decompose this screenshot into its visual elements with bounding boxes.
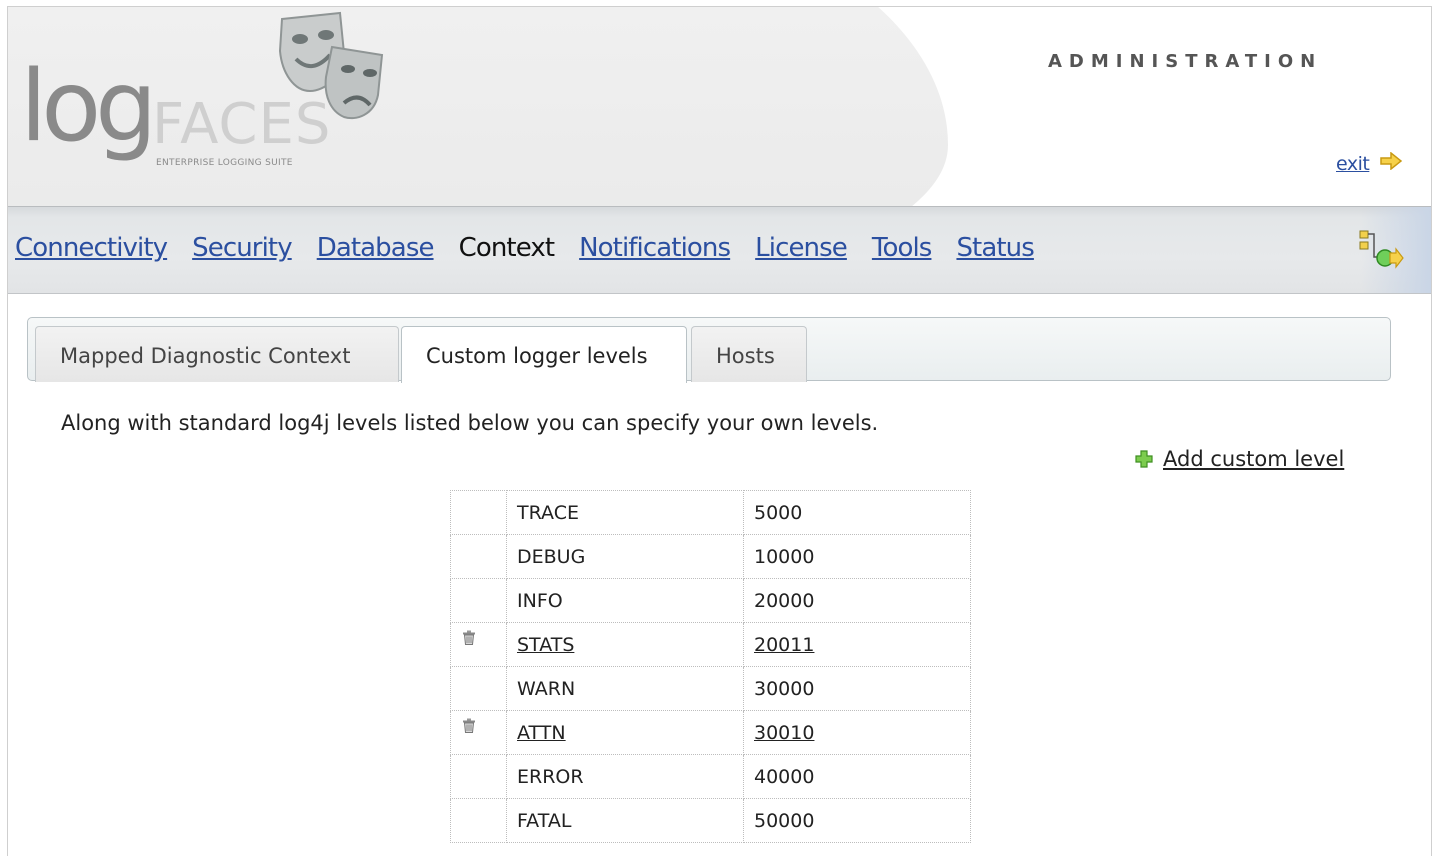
main-navigation: Connectivity Security Database Context N… bbox=[8, 206, 1431, 294]
delete-cell bbox=[450, 534, 507, 579]
level-value: 10000 bbox=[743, 534, 971, 579]
level-name: ERROR bbox=[506, 754, 744, 799]
level-value-link[interactable]: 20011 bbox=[754, 634, 814, 656]
intro-text: Along with standard log4j levels listed … bbox=[61, 411, 879, 435]
tab-hosts[interactable]: Hosts bbox=[691, 326, 807, 382]
tab-mapped-diagnostic-context[interactable]: Mapped Diagnostic Context bbox=[35, 326, 399, 382]
table-row: STATS 20011 bbox=[450, 622, 971, 667]
tab-custom-logger-levels[interactable]: Custom logger levels bbox=[401, 326, 687, 383]
tab-bar: Mapped Diagnostic Context Custom logger … bbox=[27, 317, 1391, 383]
nav-item-database[interactable]: Database bbox=[317, 233, 435, 263]
level-name[interactable]: STATS bbox=[506, 622, 744, 667]
level-name: FATAL bbox=[506, 798, 744, 843]
arrow-right-icon[interactable] bbox=[1379, 152, 1403, 170]
level-name: WARN bbox=[506, 666, 744, 711]
level-value-link[interactable]: 30010 bbox=[754, 722, 814, 744]
level-name: TRACE bbox=[506, 490, 744, 535]
delete-cell bbox=[450, 710, 507, 755]
table-row: DEBUG 10000 bbox=[450, 534, 971, 579]
logfaces-logo: log FACES ENTERPRISE LOGGING SUITE bbox=[20, 11, 400, 197]
nav-item-connectivity[interactable]: Connectivity bbox=[15, 233, 168, 263]
delete-cell bbox=[450, 578, 507, 623]
nav-item-security[interactable]: Security bbox=[192, 233, 292, 263]
nav-item-tools[interactable]: Tools bbox=[872, 233, 932, 263]
delete-cell bbox=[450, 490, 507, 535]
table-row: ATTN 30010 bbox=[450, 710, 971, 755]
levels-table: TRACE 5000 DEBUG 10000 INFO 20000 STATS … bbox=[450, 490, 971, 843]
nav-items: Connectivity Security Database Context N… bbox=[15, 233, 1035, 263]
level-value: 40000 bbox=[743, 754, 971, 799]
level-name-link[interactable]: ATTN bbox=[517, 722, 566, 744]
level-name: INFO bbox=[506, 578, 744, 623]
level-name[interactable]: ATTN bbox=[506, 710, 744, 755]
add-custom-level-button[interactable]: Add custom level bbox=[1135, 447, 1344, 471]
level-value: 50000 bbox=[743, 798, 971, 843]
logo-word-faces: FACES bbox=[152, 92, 332, 157]
tree-connect-icon[interactable] bbox=[1356, 227, 1404, 271]
level-value: 20000 bbox=[743, 578, 971, 623]
table-row: FATAL 50000 bbox=[450, 798, 971, 843]
page-title: ADMINISTRATION bbox=[1048, 51, 1323, 72]
level-value: 30000 bbox=[743, 666, 971, 711]
table-row: INFO 20000 bbox=[450, 578, 971, 623]
level-value[interactable]: 30010 bbox=[743, 710, 971, 755]
delete-cell bbox=[450, 622, 507, 667]
table-row: WARN 30000 bbox=[450, 666, 971, 711]
logo-tagline: ENTERPRISE LOGGING SUITE bbox=[156, 158, 293, 168]
delete-cell bbox=[450, 798, 507, 843]
trash-icon[interactable] bbox=[462, 718, 476, 733]
delete-cell bbox=[450, 666, 507, 711]
level-value[interactable]: 20011 bbox=[743, 622, 971, 667]
trash-icon[interactable] bbox=[462, 630, 476, 645]
header: log FACES ENTERPRISE LOGGING SUITE ADMIN… bbox=[8, 7, 1431, 206]
nav-item-context[interactable]: Context bbox=[459, 233, 555, 263]
delete-cell bbox=[450, 754, 507, 799]
app-window: log FACES ENTERPRISE LOGGING SUITE ADMIN… bbox=[7, 6, 1432, 856]
level-value: 5000 bbox=[743, 490, 971, 535]
level-name: DEBUG bbox=[506, 534, 744, 579]
table-row: TRACE 5000 bbox=[450, 490, 971, 535]
plus-icon bbox=[1135, 450, 1153, 468]
nav-item-notifications[interactable]: Notifications bbox=[579, 233, 731, 263]
level-name-link[interactable]: STATS bbox=[517, 634, 574, 656]
exit-link[interactable]: exit bbox=[1336, 153, 1370, 175]
nav-item-license[interactable]: License bbox=[755, 233, 848, 263]
logo-word-log: log bbox=[20, 50, 157, 164]
table-row: ERROR 40000 bbox=[450, 754, 971, 799]
add-custom-level-label[interactable]: Add custom level bbox=[1163, 447, 1344, 471]
nav-item-status[interactable]: Status bbox=[956, 233, 1034, 263]
